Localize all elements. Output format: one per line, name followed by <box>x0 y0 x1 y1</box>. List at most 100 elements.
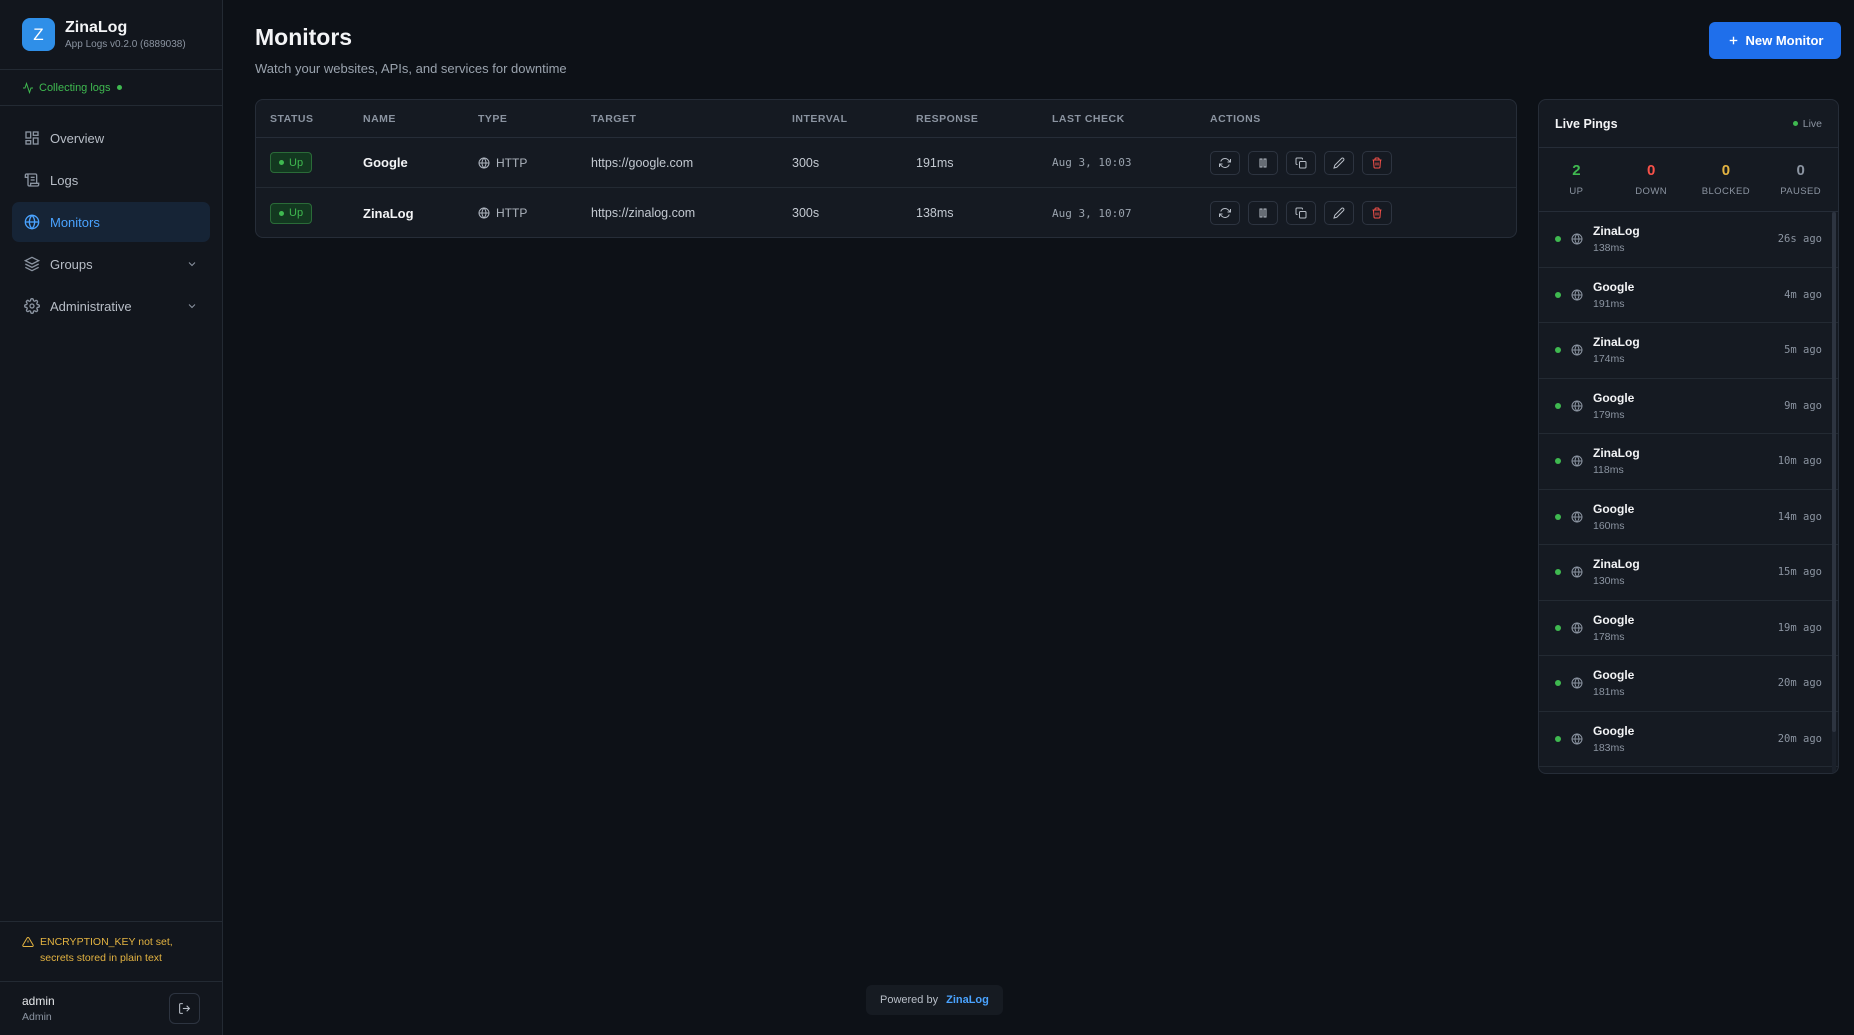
globe-icon <box>1571 677 1583 689</box>
ping-item[interactable]: ZinaLog 174ms 5m ago <box>1539 323 1838 379</box>
sidebar-item-label: Groups <box>50 256 93 272</box>
col-header-response: RESPONSE <box>916 112 979 125</box>
powered-by-link[interactable]: ZinaLog <box>946 994 989 1006</box>
duplicate-button[interactable] <box>1286 150 1316 175</box>
ping-time: 20m ago <box>1777 677 1822 690</box>
ping-response: 183ms <box>1593 741 1625 754</box>
collecting-label: Collecting logs <box>39 81 111 94</box>
stat-down: 0 DOWN <box>1635 162 1667 197</box>
ping-list[interactable]: ZinaLog 138ms 26s ago Google 191ms 4m ago Zina… <box>1539 212 1838 773</box>
ping-time: 15m ago <box>1777 566 1822 579</box>
warning-icon <box>22 936 34 947</box>
sidebar-item-label: Administrative <box>50 298 132 314</box>
col-header-interval: INTERVAL <box>792 112 848 125</box>
copy-icon <box>1295 157 1307 168</box>
monitor-response: 138ms <box>916 206 954 220</box>
pencil-icon <box>1333 157 1345 169</box>
ping-time: 26s ago <box>1777 233 1822 246</box>
ping-time: 9m ago <box>1784 399 1822 412</box>
ping-item[interactable]: Google 160ms 14m ago <box>1539 490 1838 545</box>
refresh-button[interactable] <box>1210 150 1240 175</box>
ping-response: 160ms <box>1593 519 1625 532</box>
delete-button[interactable] <box>1362 150 1392 175</box>
ping-item[interactable]: Google 181ms 20m ago <box>1539 656 1838 712</box>
logout-button[interactable] <box>169 993 200 1024</box>
ping-name: ZinaLog <box>1593 557 1640 572</box>
ping-status-dot <box>1555 680 1561 687</box>
pause-button[interactable] <box>1248 150 1278 175</box>
sidebar-item-logs[interactable]: Logs <box>12 160 210 200</box>
globe-icon <box>1571 400 1583 412</box>
sidebar-item-monitors[interactable]: Monitors <box>12 202 210 242</box>
ping-time: 14m ago <box>1777 510 1822 523</box>
ping-item[interactable]: ZinaLog 130ms 15m ago <box>1539 545 1838 601</box>
monitor-interval: 300s <box>792 206 820 220</box>
monitor-last-check: Aug 3, 10:07 <box>1052 206 1132 220</box>
ping-item[interactable]: Google 179ms 9m ago <box>1539 379 1838 434</box>
ping-item[interactable]: Google 183ms 20m ago <box>1539 712 1838 767</box>
monitor-name: ZinaLog <box>363 205 414 221</box>
sidebar-item-label: Overview <box>50 130 105 146</box>
grid-icon <box>25 131 39 145</box>
refresh-button[interactable] <box>1210 201 1240 225</box>
monitor-name: Google <box>363 155 408 170</box>
warning-text: ENCRYPTION_KEY not set, secrets stored i… <box>40 936 173 964</box>
duplicate-button[interactable] <box>1286 201 1316 225</box>
new-monitor-label: New Monitor <box>1745 33 1824 48</box>
user-name: admin <box>22 994 55 1008</box>
layers-icon <box>24 256 40 272</box>
trash-icon <box>1372 207 1382 219</box>
ping-name: ZinaLog <box>1593 335 1640 350</box>
new-monitor-button[interactable]: New Monitor <box>1709 22 1841 59</box>
ping-response: 191ms <box>1593 297 1625 310</box>
ping-name: Google <box>1593 390 1635 405</box>
globe-icon <box>1571 233 1583 245</box>
live-pings-title: Live Pings <box>1555 116 1618 131</box>
sidebar-item-administrative[interactable]: Administrative <box>12 286 210 326</box>
globe-icon <box>1571 344 1583 356</box>
ping-status-dot <box>1555 513 1561 520</box>
monitors-table: STATUS NAME TYPE TARGET INTERVAL RESPONS… <box>255 99 1517 238</box>
sidebar-item-groups[interactable]: Groups <box>12 244 210 284</box>
pause-button[interactable] <box>1248 201 1278 225</box>
stat-up: 2 UP <box>1569 162 1584 197</box>
sidebar: Z ZinaLog App Logs v0.2.0 (6889038) Coll… <box>0 0 223 1035</box>
ping-time: 20m ago <box>1777 732 1822 745</box>
ping-item[interactable]: Google 178ms 19m ago <box>1539 601 1838 656</box>
table-row[interactable]: Up ZinaLog HTTP https://zinalog.com 300s… <box>256 188 1516 237</box>
ping-item[interactable]: Google 191ms 4m ago <box>1539 268 1838 323</box>
monitor-target: https://zinalog.com <box>591 206 696 220</box>
delete-button[interactable] <box>1362 201 1392 225</box>
sidebar-item-label: Monitors <box>50 214 100 230</box>
ping-time: 19m ago <box>1777 621 1822 634</box>
ping-status-dot <box>1555 624 1561 631</box>
edit-button[interactable] <box>1324 150 1354 175</box>
ping-status-dot <box>1555 291 1561 298</box>
table-row[interactable]: Up Google HTTP https://google.com 300s 1… <box>256 138 1516 188</box>
sidebar-item-overview[interactable]: Overview <box>12 118 210 158</box>
live-pings-panel: Live Pings Live 2 UP 0 DOWN 0 BLOCKED 0 … <box>1538 99 1839 774</box>
edit-button[interactable] <box>1324 201 1354 225</box>
status-badge: Up <box>270 202 313 224</box>
ping-item[interactable]: ZinaLog 138ms 26s ago <box>1539 212 1838 268</box>
chevron-down-icon <box>188 262 196 267</box>
ping-name: Google <box>1593 668 1635 683</box>
brand: Z ZinaLog App Logs v0.2.0 (6889038) <box>0 0 222 70</box>
powered-by-label: Powered by <box>880 994 939 1006</box>
col-header-status: STATUS <box>270 112 314 125</box>
ping-item[interactable]: ZinaLog 118ms 10m ago <box>1539 434 1838 490</box>
row-actions <box>1210 201 1516 225</box>
ping-list-scrollbar[interactable] <box>1832 212 1836 773</box>
globe-icon <box>1571 733 1583 745</box>
globe-icon <box>1571 566 1583 578</box>
ping-status-dot <box>1555 569 1561 576</box>
monitor-type: HTTP <box>496 155 528 170</box>
col-header-actions: ACTIONS <box>1210 112 1261 125</box>
stat-paused: 0 PAUSED <box>1780 162 1821 197</box>
main-content: Monitors Watch your websites, APIs, and … <box>223 0 1854 1035</box>
globe-icon <box>1571 289 1583 301</box>
ping-name: Google <box>1593 501 1635 516</box>
chevron-down-icon <box>188 304 196 309</box>
globe-icon <box>24 214 40 230</box>
ping-time: 5m ago <box>1784 344 1822 357</box>
